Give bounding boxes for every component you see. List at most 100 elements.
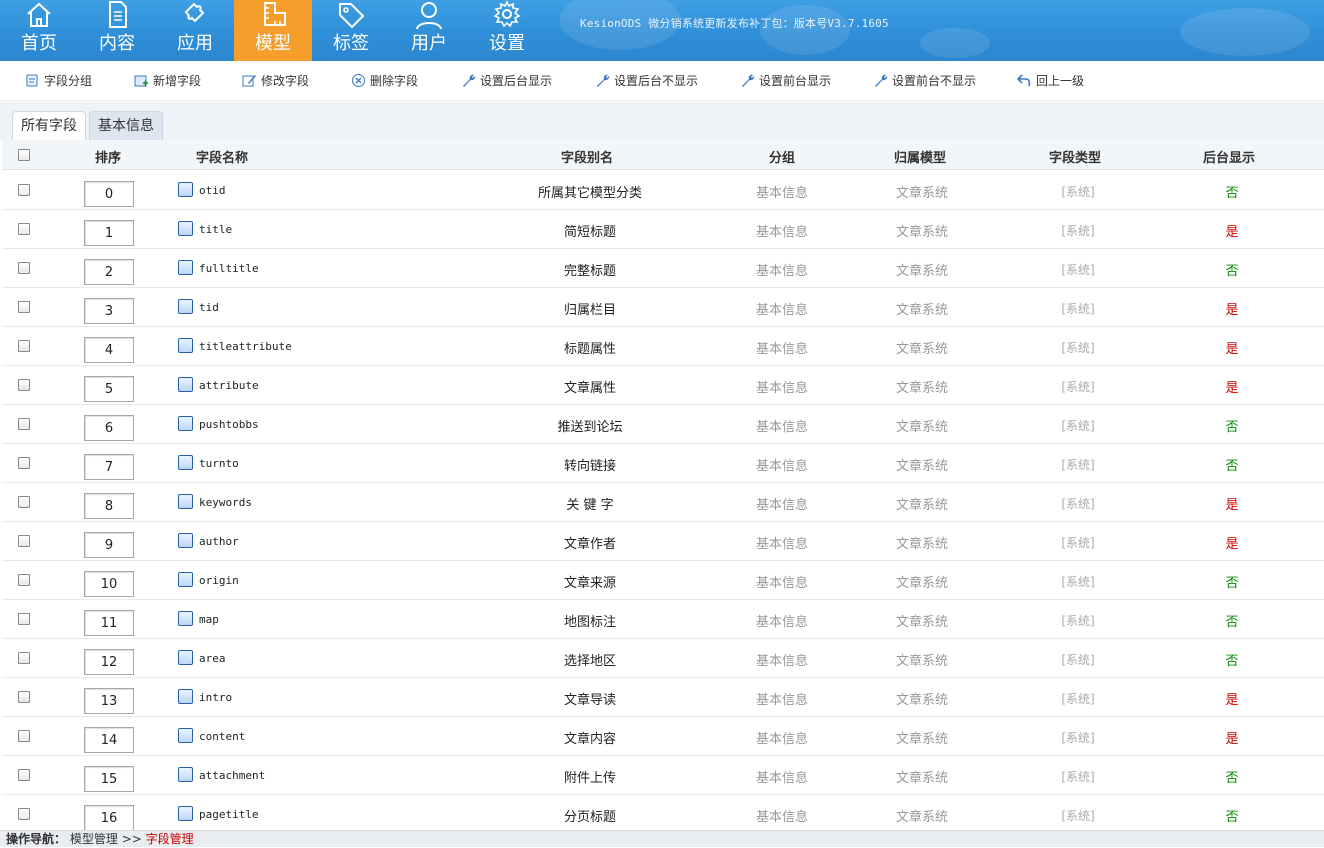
row-checkbox[interactable] <box>18 769 30 781</box>
sort-order-input[interactable]: 8 <box>84 493 134 519</box>
field-group: 基本信息 <box>755 771 808 786</box>
field-model: 文章系统 <box>895 693 948 708</box>
field-model: 文章系统 <box>895 537 948 552</box>
tab-basic-info[interactable]: 基本信息 <box>89 111 163 140</box>
tab-all-fields[interactable]: 所有字段 <box>12 111 86 141</box>
backend-display-toggle[interactable]: 是 <box>1212 377 1252 396</box>
backend-display-toggle[interactable]: 否 <box>1212 767 1252 786</box>
row-checkbox[interactable] <box>18 262 30 274</box>
sort-order-input[interactable]: 7 <box>84 454 134 480</box>
row-checkbox[interactable] <box>18 379 30 391</box>
nav-item-model[interactable]: 模型 <box>234 0 312 61</box>
nav-item-tags[interactable]: 标签 <box>312 0 390 61</box>
row-checkbox[interactable] <box>18 301 30 313</box>
backend-display-toggle[interactable]: 否 <box>1212 260 1252 279</box>
header-field-alias[interactable]: 字段别名 <box>561 147 613 166</box>
sort-order-input[interactable]: 14 <box>84 727 134 753</box>
field-info-icon[interactable] <box>178 728 193 743</box>
backend-display-toggle[interactable]: 否 <box>1212 650 1252 669</box>
backend-display-toggle[interactable]: 否 <box>1212 182 1252 201</box>
backend-display-toggle[interactable]: 否 <box>1212 611 1252 630</box>
field-info-icon[interactable] <box>178 338 193 353</box>
sort-order-input[interactable]: 13 <box>84 688 134 714</box>
nav-item-apps[interactable]: 应用 <box>156 0 234 61</box>
field-info-icon[interactable] <box>178 572 193 587</box>
backend-display-toggle[interactable]: 是 <box>1212 221 1252 240</box>
field-group: 基本信息 <box>755 459 808 474</box>
field-model: 文章系统 <box>895 303 948 318</box>
backend-display-toggle[interactable]: 是 <box>1212 689 1252 708</box>
sort-order-input[interactable]: 9 <box>84 532 134 558</box>
header-model[interactable]: 归属模型 <box>894 147 946 166</box>
field-info-icon[interactable] <box>178 455 193 470</box>
row-checkbox[interactable] <box>18 457 30 469</box>
field-info-icon[interactable] <box>178 221 193 236</box>
field-type: [系统] <box>1061 380 1095 394</box>
sort-order-input[interactable]: 4 <box>84 337 134 363</box>
backend-display-toggle[interactable]: 是 <box>1212 533 1252 552</box>
row-checkbox[interactable] <box>18 730 30 742</box>
field-info-icon[interactable] <box>178 689 193 704</box>
system-update-notice[interactable]: KesionODS 微分销系统更新发布补丁包：版本号V3.7.1605 <box>580 15 889 31</box>
backend-display-toggle[interactable]: 否 <box>1212 416 1252 435</box>
sort-order-input[interactable]: 10 <box>84 571 134 597</box>
sort-order-input[interactable]: 15 <box>84 766 134 792</box>
field-info-icon[interactable] <box>178 260 193 275</box>
field-type: [系统] <box>1061 185 1095 199</box>
sort-order-input[interactable]: 1 <box>84 220 134 246</box>
field-info-icon[interactable] <box>178 299 193 314</box>
backend-display-toggle[interactable]: 否 <box>1212 806 1252 825</box>
row-checkbox[interactable] <box>18 652 30 664</box>
field-info-icon[interactable] <box>178 611 193 626</box>
sort-order-input[interactable]: 5 <box>84 376 134 402</box>
sort-order-input[interactable]: 2 <box>84 259 134 285</box>
row-checkbox[interactable] <box>18 613 30 625</box>
row-checkbox[interactable] <box>18 535 30 547</box>
field-type: [系统] <box>1061 614 1095 628</box>
field-info-icon[interactable] <box>178 182 193 197</box>
header-backend-display[interactable]: 后台显示 <box>1203 147 1255 166</box>
row-checkbox[interactable] <box>18 223 30 235</box>
row-checkbox[interactable] <box>18 496 30 508</box>
field-info-icon[interactable] <box>178 650 193 665</box>
select-all-checkbox[interactable] <box>18 149 30 161</box>
backend-display-toggle[interactable]: 是 <box>1212 728 1252 747</box>
row-checkbox[interactable] <box>18 691 30 703</box>
breadcrumb-model-manage[interactable]: 模型管理 <box>70 832 118 846</box>
backend-display-toggle[interactable]: 是 <box>1212 299 1252 318</box>
row-checkbox[interactable] <box>18 340 30 352</box>
header-field-type[interactable]: 字段类型 <box>1049 147 1101 166</box>
field-type: [系统] <box>1061 575 1095 589</box>
header-sort[interactable]: 排序 <box>95 147 121 166</box>
backend-display-toggle[interactable]: 否 <box>1212 455 1252 474</box>
field-info-icon[interactable] <box>178 494 193 509</box>
field-info-icon[interactable] <box>178 533 193 548</box>
sort-order-input[interactable]: 16 <box>84 805 134 831</box>
sort-order-input[interactable]: 0 <box>84 181 134 207</box>
backend-display-toggle[interactable]: 是 <box>1212 494 1252 513</box>
header-group[interactable]: 分组 <box>769 147 795 166</box>
field-info-icon[interactable] <box>178 416 193 431</box>
nav-item-content[interactable]: 内容 <box>78 0 156 61</box>
header-field-name[interactable]: 字段名称 <box>196 147 248 166</box>
sort-order-input[interactable]: 3 <box>84 298 134 324</box>
nav-label: 应用 <box>177 33 213 54</box>
nav-item-settings[interactable]: 设置 <box>468 0 546 61</box>
sort-order-input[interactable]: 6 <box>84 415 134 441</box>
sort-order-input[interactable]: 11 <box>84 610 134 636</box>
nav-item-users[interactable]: 用户 <box>390 0 468 61</box>
row-checkbox[interactable] <box>18 418 30 430</box>
field-info-icon[interactable] <box>178 377 193 392</box>
table-row: 1 title 简短标题 基本信息 文章系统 [系统] 是 <box>2 210 1324 249</box>
field-info-icon[interactable] <box>178 806 193 821</box>
nav-item-home[interactable]: 首页 <box>0 0 78 61</box>
row-checkbox[interactable] <box>18 574 30 586</box>
backend-display-toggle[interactable]: 否 <box>1212 572 1252 591</box>
row-checkbox[interactable] <box>18 184 30 196</box>
row-checkbox[interactable] <box>18 808 30 820</box>
wrench-icon <box>463 74 476 87</box>
table-row: 15 attachment 附件上传 基本信息 文章系统 [系统] 否 <box>2 756 1324 795</box>
sort-order-input[interactable]: 12 <box>84 649 134 675</box>
field-info-icon[interactable] <box>178 767 193 782</box>
backend-display-toggle[interactable]: 是 <box>1212 338 1252 357</box>
